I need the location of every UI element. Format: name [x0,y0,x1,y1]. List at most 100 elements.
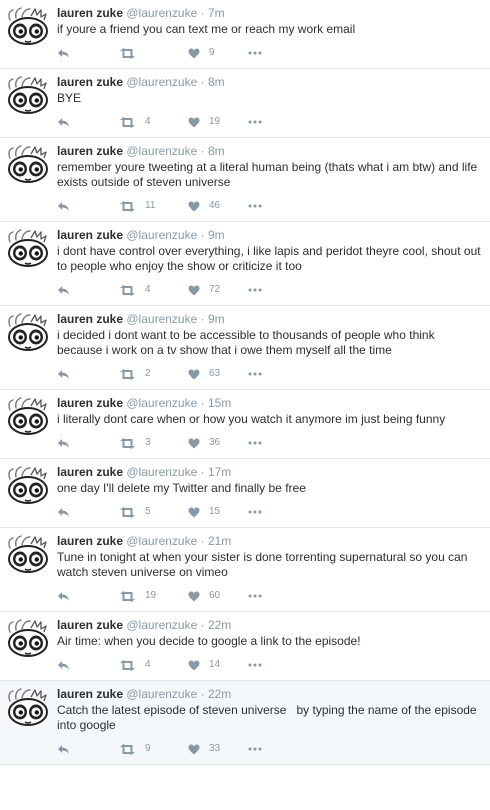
author-handle[interactable]: @laurenzuke [126,144,197,158]
more-button[interactable] [248,51,262,55]
author-name[interactable]: lauren zuke [57,312,123,326]
retweet-button[interactable]: 4 [119,284,188,296]
author-name[interactable]: lauren zuke [57,534,123,548]
author-name[interactable]: lauren zuke [57,618,123,632]
reply-button[interactable] [57,117,119,128]
avatar[interactable] [6,312,50,352]
tweet-item[interactable]: lauren zuke @laurenzuke · 9m i dont have… [0,222,490,306]
tweet-time[interactable]: 17m [208,465,231,479]
reply-button[interactable] [57,438,119,449]
avatar[interactable] [6,396,50,436]
tweet-time[interactable]: 9m [208,228,225,242]
tweet-time[interactable]: 15m [208,396,231,410]
tweet-time[interactable]: 21m [208,534,231,548]
retweet-button[interactable]: 19 [119,590,188,602]
tweet-item[interactable]: lauren zuke @laurenzuke · 17m one day I'… [0,459,490,528]
tweet-item[interactable]: lauren zuke @laurenzuke · 8m BYE 4 19 [0,69,490,138]
more-button[interactable] [248,441,262,445]
like-button[interactable]: 60 [188,590,248,602]
author-handle[interactable]: @laurenzuke [126,396,197,410]
avatar[interactable] [6,687,50,727]
author-name[interactable]: lauren zuke [57,75,123,89]
more-button[interactable] [248,510,262,514]
more-dots-icon [248,120,262,124]
author-name[interactable]: lauren zuke [57,687,123,701]
retweet-count: 3 [145,437,151,448]
reply-button[interactable] [57,369,119,380]
author-name[interactable]: lauren zuke [57,228,123,242]
like-button[interactable]: 9 [188,47,248,59]
retweet-button[interactable]: 11 [119,200,188,212]
tweet-actions: 3 36 [57,436,482,450]
avatar[interactable] [6,228,50,268]
tweet-time[interactable]: 9m [208,312,225,326]
avatar[interactable] [6,75,50,115]
author-handle[interactable]: @laurenzuke [126,75,197,89]
tweet-item[interactable]: lauren zuke @laurenzuke · 21m Tune in to… [0,528,490,612]
tweet-time[interactable]: 8m [208,75,225,89]
author-handle[interactable]: @laurenzuke [126,6,197,20]
avatar[interactable] [6,465,50,505]
author-name[interactable]: lauren zuke [57,144,123,158]
like-button[interactable]: 19 [188,116,248,128]
separator-dot: · [200,396,205,410]
retweet-count: 4 [145,284,151,295]
avatar[interactable] [6,534,50,574]
author-handle[interactable]: @laurenzuke [126,228,197,242]
reply-button[interactable] [57,48,119,59]
retweet-button[interactable]: 2 [119,368,188,380]
retweet-count: 11 [145,200,156,211]
tweet-item[interactable]: lauren zuke @laurenzuke · 15m i literall… [0,390,490,459]
like-button[interactable]: 15 [188,506,248,518]
tweet-item[interactable]: lauren zuke @laurenzuke · 9m i decided i… [0,306,490,390]
tweet-item[interactable]: lauren zuke @laurenzuke · 22m Catch the … [0,681,490,765]
like-button[interactable]: 63 [188,368,248,380]
retweet-button[interactable] [119,47,188,59]
author-name[interactable]: lauren zuke [57,396,123,410]
like-button[interactable]: 72 [188,284,248,296]
retweet-button[interactable]: 5 [119,506,188,518]
author-handle[interactable]: @laurenzuke [126,534,197,548]
retweet-button[interactable]: 3 [119,437,188,449]
reply-button[interactable] [57,507,119,518]
author-name[interactable]: lauren zuke [57,6,123,20]
more-button[interactable] [248,663,262,667]
reply-button[interactable] [57,660,119,671]
separator-dot: · [200,534,205,548]
avatar[interactable] [6,144,50,184]
like-button[interactable]: 46 [188,200,248,212]
tweet-item[interactable]: lauren zuke @laurenzuke · 7m if youre a … [0,0,490,69]
reply-button[interactable] [57,591,119,602]
tweet-time[interactable]: 22m [208,618,231,632]
author-handle[interactable]: @laurenzuke [126,312,197,326]
retweet-button[interactable]: 4 [119,659,188,671]
author-handle[interactable]: @laurenzuke [126,687,197,701]
reply-button[interactable] [57,201,119,212]
tweet-item[interactable]: lauren zuke @laurenzuke · 8m remember yo… [0,138,490,222]
reply-button[interactable] [57,285,119,296]
reply-button[interactable] [57,744,119,755]
tweet-time[interactable]: 7m [208,6,225,20]
avatar[interactable] [6,6,50,46]
tweet-time[interactable]: 8m [208,144,225,158]
more-button[interactable] [248,372,262,376]
author-handle[interactable]: @laurenzuke [126,465,197,479]
more-button[interactable] [248,288,262,292]
tweet-actions: 5 15 [57,505,482,519]
tweet-time[interactable]: 22m [208,687,231,701]
retweet-icon [119,200,136,212]
avatar[interactable] [6,618,50,658]
reply-arrow-icon [57,438,70,449]
like-button[interactable]: 33 [188,743,248,755]
tweet-item[interactable]: lauren zuke @laurenzuke · 22m Air time: … [0,612,490,681]
more-button[interactable] [248,747,262,751]
retweet-button[interactable]: 9 [119,743,188,755]
more-button[interactable] [248,594,262,598]
author-name[interactable]: lauren zuke [57,465,123,479]
like-button[interactable]: 14 [188,659,248,671]
retweet-button[interactable]: 4 [119,116,188,128]
like-button[interactable]: 36 [188,437,248,449]
more-button[interactable] [248,120,262,124]
author-handle[interactable]: @laurenzuke [126,618,197,632]
more-button[interactable] [248,204,262,208]
